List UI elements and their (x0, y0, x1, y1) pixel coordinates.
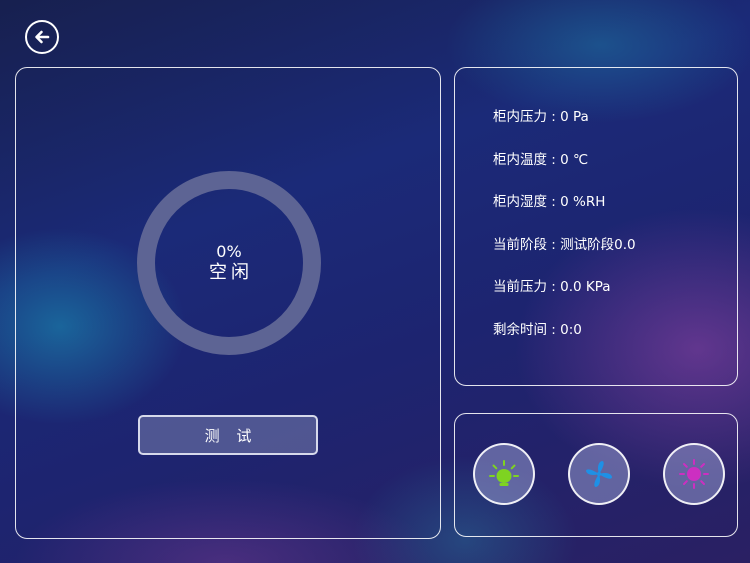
uv-lamp-icon (679, 459, 709, 489)
back-button[interactable] (25, 20, 59, 54)
chamber-temperature: 柜内温度 : 0 ℃ (493, 151, 589, 168)
current-pressure: 当前压力 : 0.0 KPa (493, 279, 611, 296)
test-button[interactable]: 测 试 (138, 415, 318, 455)
remaining-time: 剩余时间 : 0:0 (493, 321, 582, 338)
progress-ring: 0% 空闲 (136, 170, 322, 356)
info-list: 柜内压力 : 0 Pa 柜内温度 : 0 ℃ 柜内湿度 : 0 %RH 当前阶段… (493, 105, 636, 361)
light-bulb-icon (489, 460, 519, 486)
status-state: 空闲 (209, 262, 253, 283)
uv-lamp-toggle-button[interactable] (663, 443, 725, 505)
progress-percent: 0% (216, 242, 242, 261)
chamber-pressure: 柜内压力 : 0 Pa (493, 109, 589, 125)
fan-toggle-button[interactable] (568, 443, 630, 505)
back-arrow-icon (35, 30, 50, 44)
fan-icon (586, 461, 612, 487)
light-toggle-button[interactable] (473, 443, 535, 505)
current-stage: 当前阶段 : 测试阶段0.0 (493, 236, 636, 253)
chamber-humidity: 柜内湿度 : 0 %RH (493, 194, 606, 211)
